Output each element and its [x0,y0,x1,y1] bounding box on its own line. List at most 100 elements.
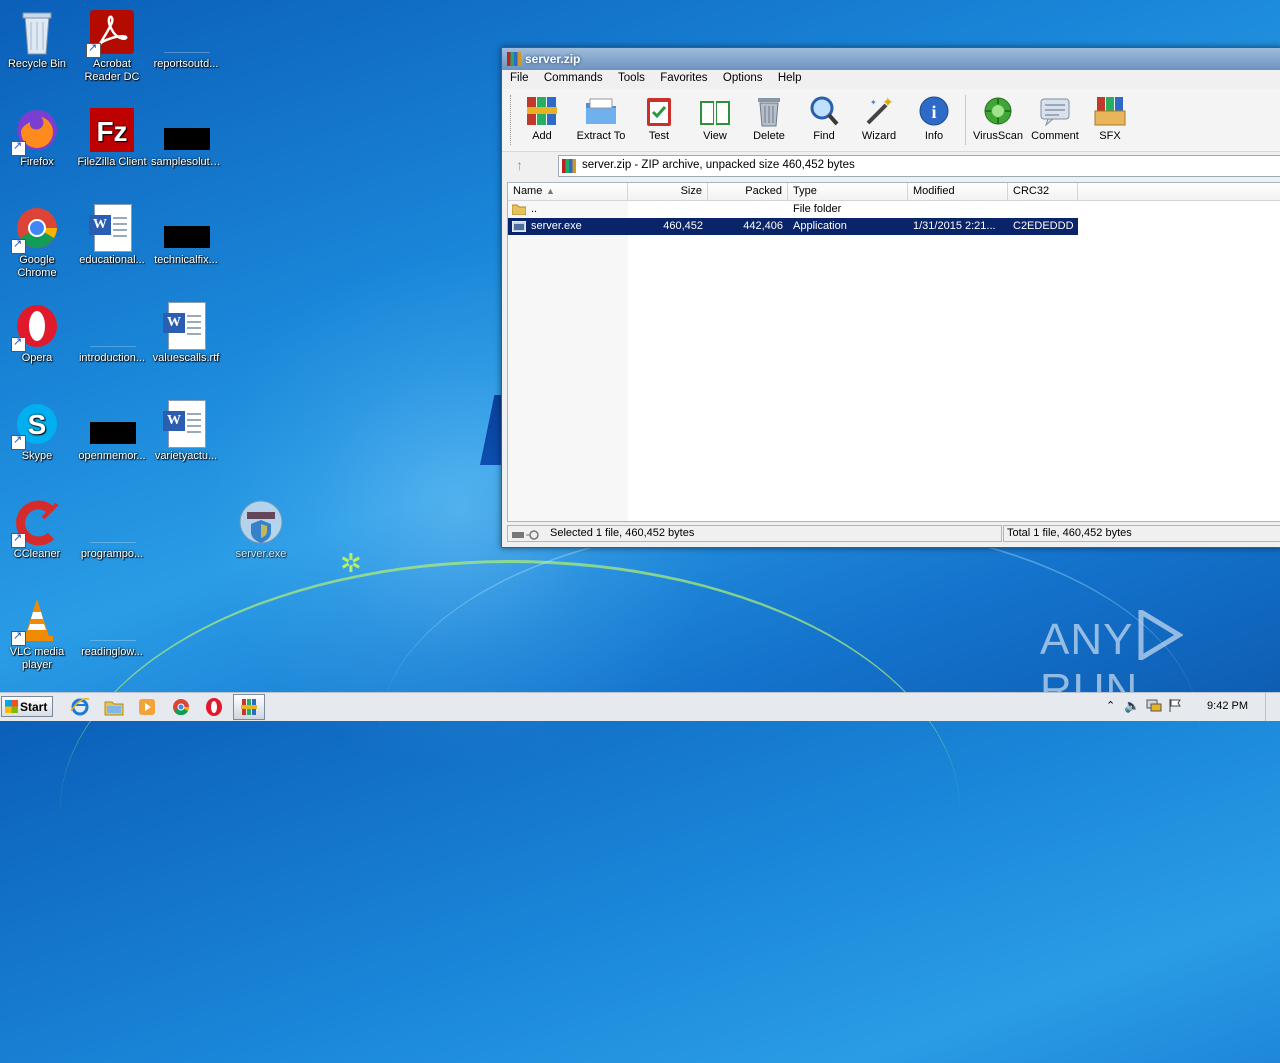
menu-favorites[interactable]: Favorites [656,70,711,86]
toolbar-extract-to-button[interactable]: Extract To [573,95,629,142]
desktop-icon-educational[interactable]: W educational... [75,198,149,267]
desktop-icon-introduction[interactable]: introduction... [75,296,149,365]
volume-icon[interactable]: 🔈 [1124,698,1140,714]
toolbar-virusscan-button[interactable]: VirusScan [970,95,1026,142]
desktop-icon-opera[interactable]: Opera [0,296,74,365]
shortcut-arrow-icon [11,336,26,352]
svg-text:Fz: Fz [96,116,127,147]
menu-options[interactable]: Options [719,70,767,86]
winrar-app-icon [507,52,521,66]
file-row-parent-folder[interactable]: .. File folder [508,201,1078,218]
chrome-icon [11,204,61,254]
file-list[interactable]: Name ▲ Size Packed Type Modified CRC32 .… [507,182,1280,522]
vlc-cone-icon [11,596,61,646]
column-header-crc32[interactable]: CRC32 [1008,183,1078,200]
application-file-icon [512,221,526,232]
media-player-icon[interactable] [137,697,157,717]
desktop-icon-reportsoutd[interactable]: reportsoutd... [149,2,223,71]
desktop-icon-openmemor[interactable]: openmemor... [75,394,149,463]
drive-key-icon [512,529,542,540]
desktop-icon-google-chrome[interactable]: Google Chrome [0,198,74,280]
play-logo-icon [1137,607,1185,663]
menu-file[interactable]: File [506,70,533,86]
up-arrow-icon[interactable]: ↑ [516,157,523,173]
desktop-icon-vlc[interactable]: VLC media player [0,590,74,672]
menu-tools[interactable]: Tools [614,70,649,86]
virus-scan-icon [981,95,1015,127]
view-book-icon [698,95,732,127]
sort-ascending-icon: ▲ [546,186,555,196]
window-titlebar[interactable]: server.zip [502,48,1280,70]
toolbar-find-button[interactable]: Find [796,95,852,142]
taskbar: Start ⌃ 🔈 9:42 PM [0,692,1280,721]
desktop-icon-valuescalls[interactable]: W valuescalls.rtf [149,296,223,365]
chrome-taskbar-icon[interactable] [171,697,191,717]
redacted-file-icon [162,106,210,154]
action-center-flag-icon[interactable] [1168,698,1182,715]
recycle-bin-icon [13,8,61,56]
desktop-icon-filezilla[interactable]: Fz FileZilla Client [75,100,149,169]
shortcut-arrow-icon [86,42,101,58]
wallpaper-leaf-icon: ✲ [340,548,362,578]
svg-text:i: i [931,102,936,122]
toolbar-test-button[interactable]: Test [631,95,687,142]
archive-path-field[interactable]: server.zip - ZIP archive, unpacked size … [558,155,1280,177]
column-header-type[interactable]: Type [788,183,908,200]
desktop-icon-firefox[interactable]: Firefox [0,100,74,169]
show-desktop-button[interactable] [1265,693,1280,721]
redacted-file-icon [88,400,136,448]
menu-commands[interactable]: Commands [540,70,607,86]
desktop-icon-ccleaner[interactable]: CCleaner [0,492,74,561]
clock[interactable]: 9:42 PM [1207,700,1248,712]
shortcut-arrow-icon [11,630,26,646]
network-icon[interactable] [1146,698,1162,712]
start-button[interactable]: Start [1,696,53,717]
sfx-archive-icon [1093,95,1127,127]
file-explorer-icon[interactable] [104,697,124,717]
address-bar: ↑ server.zip - ZIP archive, unpacked siz… [502,152,1280,179]
tray-overflow-chevron-icon[interactable]: ⌃ [1106,699,1115,712]
desktop-icon-acrobat-reader[interactable]: Acrobat Reader DC [75,2,149,84]
desktop-icon-samplesoluti[interactable]: samplesoluti... [149,100,223,169]
menu-help[interactable]: Help [774,70,806,86]
toolbar-wizard-button[interactable]: ✦ ✦ Wizard [851,95,907,142]
svg-text:✦: ✦ [870,98,877,107]
toolbar-view-button[interactable]: View [687,95,743,142]
status-total-text: Total 1 file, 460,452 bytes [1007,527,1132,539]
shortcut-arrow-icon [11,434,26,450]
window-title: server.zip [525,52,581,66]
windows-logo-icon [5,700,18,713]
winrar-window[interactable]: server.zip File Commands Tools Favorites… [501,47,1280,548]
toolbar-info-button[interactable]: i Info [906,95,962,142]
column-header-modified[interactable]: Modified [908,183,1008,200]
file-row-server-exe[interactable]: server.exe 460,452 442,406 Application 1… [508,218,1078,235]
skype-icon: S [11,400,61,450]
shortcut-arrow-icon [11,238,26,254]
toolbar-comment-button[interactable]: Comment [1027,95,1083,142]
test-clipboard-icon [642,95,676,127]
desktop-icon-recycle-bin[interactable]: Recycle Bin [0,2,74,71]
column-header-size[interactable]: Size [628,183,708,200]
desktop-icon-server-exe[interactable]: server.exe [224,492,298,561]
system-tray: ⌃ 🔈 9:42 PM [1100,693,1280,721]
status-selected-text: Selected 1 file, 460,452 bytes [550,527,695,539]
desktop-icon-technicalfix[interactable]: technicalfix... [149,198,223,267]
column-header-packed[interactable]: Packed [708,183,788,200]
desktop-icon-programpo[interactable]: programpo... [75,492,149,561]
watermark-text-left: ANY [1040,615,1134,664]
toolbar-sfx-button[interactable]: SFX [1082,95,1138,142]
desktop-icon-readinglow[interactable]: readinglow... [75,590,149,659]
winrar-taskbar-icon [241,699,257,715]
internet-explorer-icon[interactable] [70,697,90,717]
filezilla-icon: Fz [88,106,136,154]
comment-icon [1038,95,1072,127]
toolbar-add-button[interactable]: Add [514,95,570,142]
winrar-taskbar-button[interactable] [233,694,265,720]
column-header-name[interactable]: Name ▲ [508,183,628,200]
desktop-icon-varietyactu[interactable]: W varietyactu... [149,394,223,463]
blank-file-icon [88,302,136,350]
desktop-icon-skype[interactable]: S Skype [0,394,74,463]
opera-taskbar-icon[interactable] [204,697,224,717]
zip-archive-icon [562,159,576,173]
toolbar-delete-button[interactable]: Delete [741,95,797,142]
